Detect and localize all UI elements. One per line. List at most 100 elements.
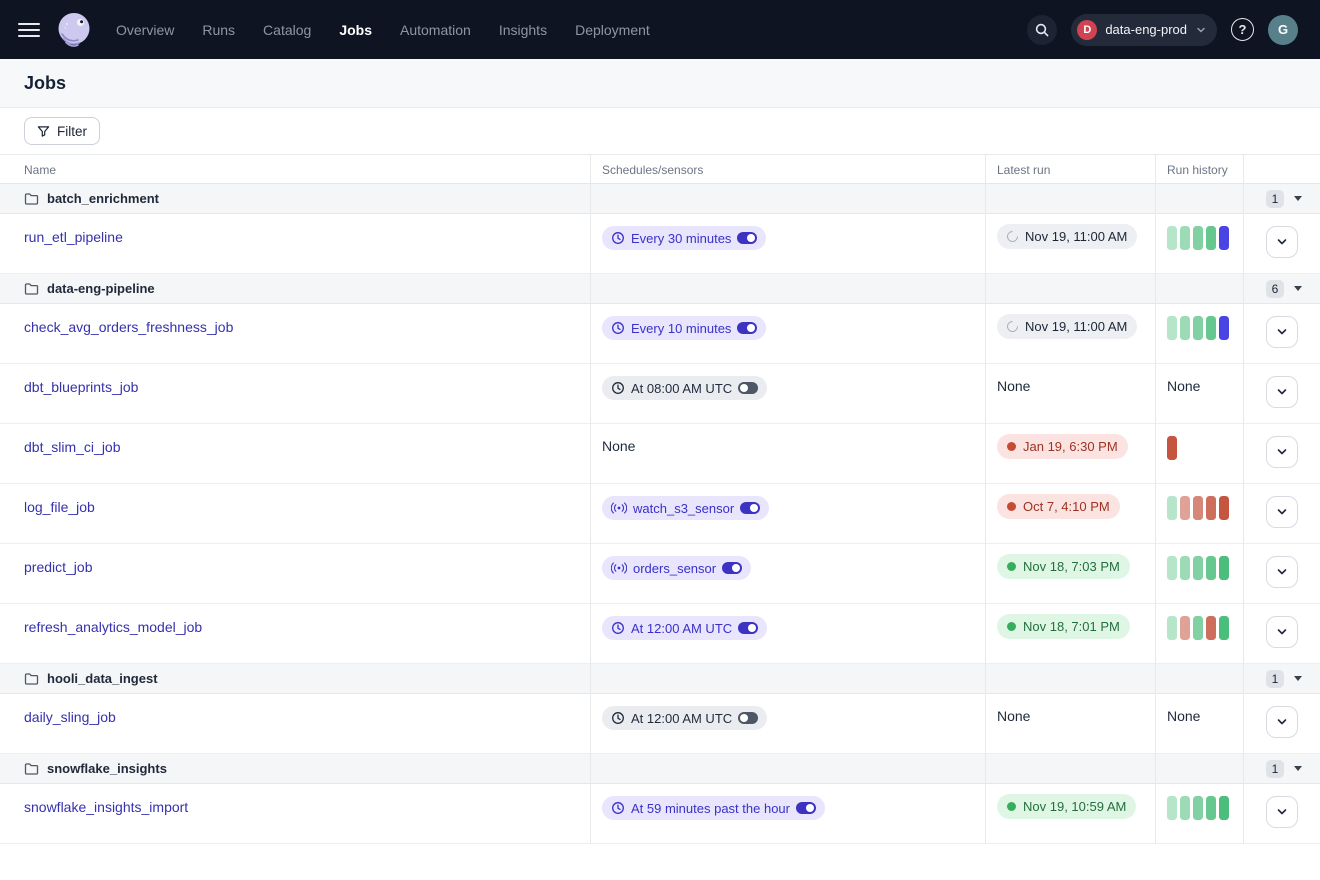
run-history-bars[interactable]: [1167, 556, 1229, 580]
run-history-bar[interactable]: [1193, 316, 1203, 340]
run-history-bar[interactable]: [1180, 496, 1190, 520]
run-history-bar[interactable]: [1180, 796, 1190, 820]
run-history-bar[interactable]: [1219, 556, 1229, 580]
run-history-bar[interactable]: [1219, 496, 1229, 520]
job-name-link[interactable]: run_etl_pipeline: [24, 226, 123, 245]
sensor-badge[interactable]: watch_s3_sensor: [602, 496, 769, 520]
run-history-bar[interactable]: [1193, 226, 1203, 250]
run-history-bar[interactable]: [1206, 556, 1216, 580]
caret-down-icon[interactable]: [1294, 286, 1302, 291]
run-history-bars[interactable]: [1167, 226, 1229, 250]
job-name-link[interactable]: daily_sling_job: [24, 706, 116, 725]
nav-item-overview[interactable]: Overview: [116, 22, 174, 38]
schedule-toggle[interactable]: [737, 232, 757, 244]
job-group-row[interactable]: batch_enrichment 1: [0, 184, 1320, 214]
expand-row-button[interactable]: [1266, 436, 1298, 468]
latest-run-pill[interactable]: Nov 19, 11:00 AM: [997, 314, 1137, 339]
caret-down-icon[interactable]: [1294, 196, 1302, 201]
schedule-badge[interactable]: At 59 minutes past the hour: [602, 796, 825, 820]
job-group-row[interactable]: hooli_data_ingest 1: [0, 664, 1320, 694]
filter-button[interactable]: Filter: [24, 117, 100, 145]
search-button[interactable]: [1027, 15, 1057, 45]
expand-row-button[interactable]: [1266, 796, 1298, 828]
schedule-badge[interactable]: At 12:00 AM UTC: [602, 616, 767, 640]
run-history-bars[interactable]: [1167, 616, 1229, 640]
schedule-toggle[interactable]: [738, 382, 758, 394]
run-history-bar[interactable]: [1219, 796, 1229, 820]
job-name-link[interactable]: dbt_slim_ci_job: [24, 436, 121, 455]
job-name-link[interactable]: log_file_job: [24, 496, 95, 515]
schedule-toggle[interactable]: [737, 322, 757, 334]
latest-run-pill[interactable]: Oct 7, 4:10 PM: [997, 494, 1120, 519]
run-history-bar[interactable]: [1167, 436, 1177, 460]
run-history-bar[interactable]: [1206, 226, 1216, 250]
expand-row-button[interactable]: [1266, 556, 1298, 588]
run-history-bar[interactable]: [1180, 226, 1190, 250]
run-history-bar[interactable]: [1167, 616, 1177, 640]
user-avatar[interactable]: G: [1268, 15, 1298, 45]
job-name-link[interactable]: predict_job: [24, 556, 93, 575]
sensor-toggle[interactable]: [740, 502, 760, 514]
schedule-badge[interactable]: Every 30 minutes: [602, 226, 766, 250]
expand-row-button[interactable]: [1266, 616, 1298, 648]
run-history-bar[interactable]: [1167, 556, 1177, 580]
sensor-badge[interactable]: orders_sensor: [602, 556, 751, 580]
run-history-bar[interactable]: [1167, 496, 1177, 520]
latest-run-pill[interactable]: Nov 19, 11:00 AM: [997, 224, 1137, 249]
run-history-bars[interactable]: [1167, 796, 1229, 820]
sensor-toggle[interactable]: [722, 562, 742, 574]
run-history-bars[interactable]: [1167, 436, 1177, 460]
nav-item-automation[interactable]: Automation: [400, 22, 471, 38]
caret-down-icon[interactable]: [1294, 676, 1302, 681]
schedule-toggle[interactable]: [738, 622, 758, 634]
run-history-bar[interactable]: [1193, 616, 1203, 640]
nav-item-deployment[interactable]: Deployment: [575, 22, 650, 38]
nav-item-runs[interactable]: Runs: [202, 22, 235, 38]
job-name-link[interactable]: check_avg_orders_freshness_job: [24, 316, 233, 335]
run-history-bar[interactable]: [1167, 226, 1177, 250]
run-history-bar[interactable]: [1219, 316, 1229, 340]
run-history-bar[interactable]: [1206, 796, 1216, 820]
run-history-bar[interactable]: [1180, 616, 1190, 640]
schedule-badge[interactable]: Every 10 minutes: [602, 316, 766, 340]
help-button[interactable]: ?: [1231, 18, 1254, 41]
schedule-badge[interactable]: At 08:00 AM UTC: [602, 376, 767, 400]
run-history-bars[interactable]: [1167, 316, 1229, 340]
job-group-row[interactable]: data-eng-pipeline 6: [0, 274, 1320, 304]
latest-run-pill[interactable]: Jan 19, 6:30 PM: [997, 434, 1128, 459]
latest-run-pill[interactable]: Nov 18, 7:01 PM: [997, 614, 1130, 639]
run-history-bar[interactable]: [1193, 496, 1203, 520]
run-history-bars[interactable]: [1167, 496, 1229, 520]
expand-row-button[interactable]: [1266, 706, 1298, 738]
job-name-link[interactable]: refresh_analytics_model_job: [24, 616, 202, 635]
hamburger-menu-icon[interactable]: [18, 23, 40, 37]
expand-row-button[interactable]: [1266, 496, 1298, 528]
run-history-bar[interactable]: [1180, 316, 1190, 340]
run-history-bar[interactable]: [1167, 796, 1177, 820]
run-history-bar[interactable]: [1206, 496, 1216, 520]
run-history-bar[interactable]: [1193, 556, 1203, 580]
job-name-link[interactable]: dbt_blueprints_job: [24, 376, 138, 395]
nav-item-catalog[interactable]: Catalog: [263, 22, 311, 38]
expand-row-button[interactable]: [1266, 316, 1298, 348]
run-history-bar[interactable]: [1180, 556, 1190, 580]
job-group-row[interactable]: snowflake_insights 1: [0, 754, 1320, 784]
deployment-switcher[interactable]: D data-eng-prod: [1071, 14, 1217, 46]
caret-down-icon[interactable]: [1294, 766, 1302, 771]
run-history-bar[interactable]: [1219, 616, 1229, 640]
dagster-logo-icon[interactable]: [54, 10, 94, 50]
nav-item-jobs[interactable]: Jobs: [339, 22, 372, 38]
run-history-bar[interactable]: [1219, 226, 1229, 250]
latest-run-pill[interactable]: Nov 18, 7:03 PM: [997, 554, 1130, 579]
run-history-bar[interactable]: [1193, 796, 1203, 820]
nav-item-insights[interactable]: Insights: [499, 22, 547, 38]
schedule-toggle[interactable]: [738, 712, 758, 724]
schedule-toggle[interactable]: [796, 802, 816, 814]
job-name-link[interactable]: snowflake_insights_import: [24, 796, 188, 815]
run-history-bar[interactable]: [1167, 316, 1177, 340]
latest-run-pill[interactable]: Nov 19, 10:59 AM: [997, 794, 1136, 819]
run-history-bar[interactable]: [1206, 316, 1216, 340]
expand-row-button[interactable]: [1266, 226, 1298, 258]
run-history-bar[interactable]: [1206, 616, 1216, 640]
expand-row-button[interactable]: [1266, 376, 1298, 408]
